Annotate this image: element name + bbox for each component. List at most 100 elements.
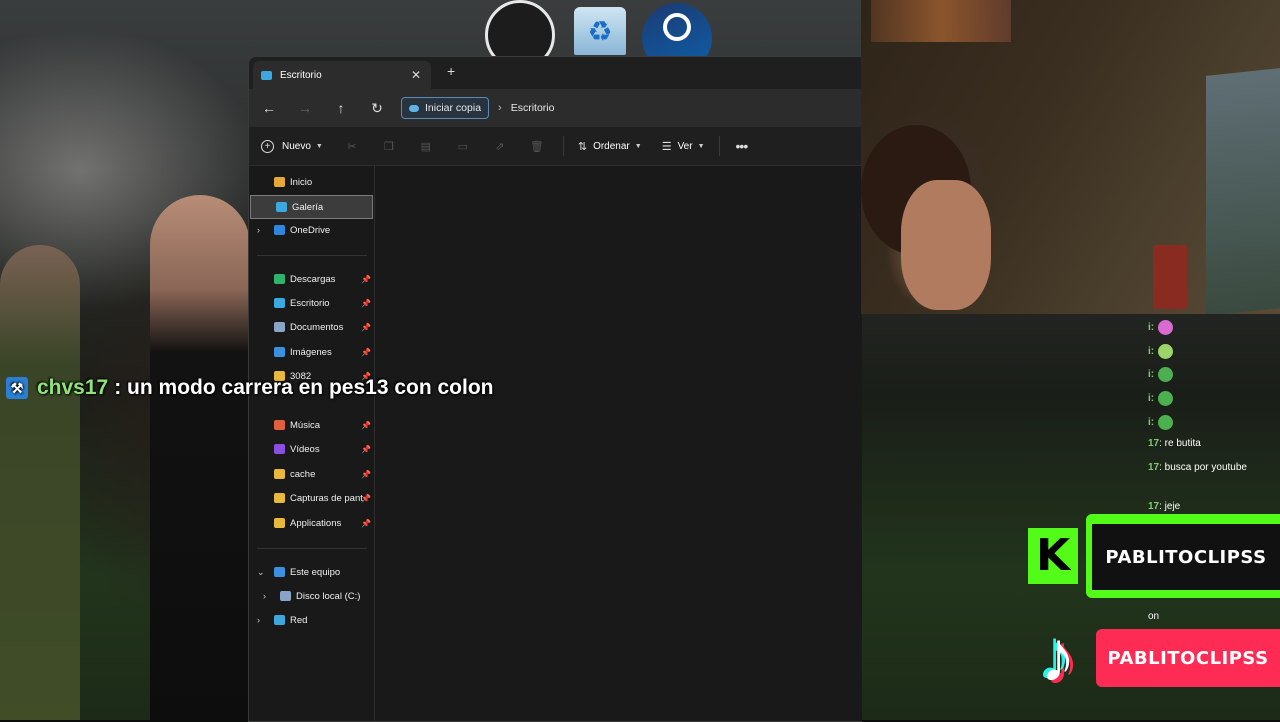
player-image: [150, 195, 250, 720]
backup-chip[interactable]: Iniciar copia: [401, 97, 490, 119]
sidebar-item-label: Escritorio: [290, 297, 330, 309]
close-tab-icon[interactable]: ✕: [411, 68, 421, 82]
share-icon[interactable]: ⇗: [492, 140, 508, 153]
sidebar-item-label: Documentos: [290, 321, 344, 333]
sort-icon: ⇅: [577, 140, 588, 153]
breadcrumb-chevron-icon[interactable]: ›: [498, 102, 502, 114]
sidebar-item-label: Disco local (C:): [296, 590, 361, 602]
chat-line: i:: [1148, 344, 1174, 359]
sidebar-item-icon: [280, 591, 291, 601]
new-button[interactable]: + Nuevo ▼: [261, 139, 323, 153]
webcam-feed: [861, 0, 1280, 314]
sidebar-item[interactable]: › Disco local (C:): [249, 585, 374, 607]
sidebar-item[interactable]: › OneDrive: [249, 219, 374, 241]
recycle-bin-icon: ♻: [574, 7, 626, 55]
breadcrumb-current[interactable]: Escritorio: [511, 102, 555, 114]
sidebar-item-icon: [274, 444, 285, 454]
chat-line: i:: [1148, 415, 1174, 430]
cloud-icon: [409, 104, 419, 112]
sidebar-item-icon: [274, 518, 285, 528]
chat-line: 17: busca por youtube: [1148, 462, 1247, 473]
sidebar-item[interactable]: Capturas de pant... 📌: [249, 487, 374, 509]
address-bar[interactable]: Iniciar copia › Escritorio: [401, 97, 554, 119]
view-button[interactable]: ☰ Ver ▼: [662, 140, 705, 153]
rename-icon[interactable]: ▭: [455, 140, 471, 153]
sidebar-divider: [257, 255, 367, 256]
new-tab-button[interactable]: +: [447, 63, 455, 79]
chevron-down-icon: ▼: [634, 142, 642, 150]
delete-icon[interactable]: 🗑: [529, 140, 545, 153]
chat-emote-icon: [1158, 391, 1174, 406]
sidebar-item[interactable]: Documentos 📌: [249, 316, 374, 338]
sidebar-item[interactable]: cache 📌: [249, 463, 374, 485]
more-options-icon[interactable]: •••: [736, 138, 749, 154]
pin-icon: 📌: [361, 493, 371, 503]
sidebar-item[interactable]: Escritorio 📌: [249, 292, 374, 314]
navigation-bar: ← → ↑ ↻ Iniciar copia › Escritorio: [249, 89, 862, 127]
expand-chevron-icon[interactable]: ⌄: [257, 567, 265, 578]
pin-icon: 📌: [361, 322, 371, 332]
recycle-bin-desktop-icon[interactable]: ♻: [565, 6, 635, 56]
forward-arrow-icon[interactable]: →: [287, 100, 323, 116]
navigation-pane: Inicio Galería › OneDrive Descargas 📌 Escritor…: [249, 165, 375, 721]
sidebar-item[interactable]: Imágenes 📌: [249, 341, 374, 363]
sidebar-item-icon: [274, 493, 285, 503]
overlay-chat-message: ⚒ chvs17 : un modo carrera en pes13 con …: [6, 376, 494, 400]
new-button-label: Nuevo: [282, 140, 311, 152]
tab-escritorio[interactable]: Escritorio ✕: [253, 61, 431, 89]
expand-chevron-icon[interactable]: ›: [257, 615, 260, 625]
paste-icon[interactable]: ▤: [418, 140, 434, 153]
sidebar-item-icon: [274, 298, 285, 308]
refresh-icon[interactable]: ↻: [359, 100, 395, 117]
kick-logo-icon: K: [1028, 528, 1078, 584]
up-arrow-icon[interactable]: ↑: [323, 100, 359, 116]
sidebar-item-icon: [274, 274, 285, 284]
tiktok-logo-icon: ♪: [1040, 617, 1076, 697]
sidebar-item[interactable]: › Red: [249, 609, 374, 631]
back-arrow-icon[interactable]: ←: [251, 100, 287, 116]
cut-icon[interactable]: ✂: [344, 140, 360, 153]
hammer-badge-icon: ⚒: [6, 377, 28, 399]
sidebar-item-label: OneDrive: [290, 224, 331, 236]
copy-icon[interactable]: ❐: [381, 140, 397, 153]
chat-emote-icon: [1158, 320, 1174, 335]
pin-icon: 📌: [361, 347, 371, 357]
command-bar: + Nuevo ▼ ✂ ❐ ▤ ▭ ⇗ 🗑 ⇅ Ordenar ▼ ☰ Ver …: [249, 127, 862, 166]
sidebar-item[interactable]: Música 📌: [249, 414, 374, 436]
sidebar-item-label: Applications: [290, 517, 342, 529]
sidebar-item[interactable]: Descargas 📌: [249, 268, 374, 290]
sidebar-item-icon: [274, 615, 285, 625]
sort-button[interactable]: ⇅ Ordenar ▼: [578, 140, 642, 153]
chat-username: 17: [1148, 462, 1160, 473]
chat-emote-icon: [1158, 415, 1174, 430]
sidebar-item[interactable]: ⌄ Este equipo: [249, 561, 374, 583]
sidebar-item-icon: [274, 347, 285, 357]
expand-chevron-icon[interactable]: ›: [263, 591, 266, 601]
view-label: Ver: [677, 140, 693, 152]
pin-icon: 📌: [361, 444, 371, 454]
chevron-down-icon: ▼: [697, 142, 705, 150]
sidebar-item[interactable]: Applications 📌: [249, 512, 374, 534]
sidebar-item-label: Galería: [292, 201, 324, 213]
sidebar-item[interactable]: Galería: [250, 195, 373, 219]
tab-title: Escritorio: [280, 69, 322, 81]
chat-username: i:: [1148, 346, 1155, 358]
obs-desktop-icon[interactable]: [485, 0, 555, 70]
sidebar-item-label: Red: [290, 614, 308, 626]
sidebar-item-icon: [274, 225, 285, 235]
chevron-down-icon: ▼: [315, 142, 323, 150]
sidebar-item-label: Descargas: [290, 273, 336, 285]
sidebar-item-label: Vídeos: [290, 443, 320, 455]
backup-chip-label: Iniciar copia: [425, 102, 482, 114]
chat-line: on: [1148, 611, 1159, 622]
sidebar-item[interactable]: Vídeos 📌: [249, 438, 374, 460]
steam-desktop-icon[interactable]: [642, 3, 712, 73]
tiktok-handle: PABLITOCLIPSS: [1107, 647, 1269, 669]
expand-chevron-icon[interactable]: ›: [257, 225, 260, 235]
kick-handle: PABLITOCLIPSS: [1105, 546, 1267, 568]
sidebar-item-icon: [274, 177, 285, 187]
kick-banner: PABLITOCLIPSS: [1086, 514, 1280, 598]
chat-line: 17: jeje: [1148, 501, 1180, 512]
sidebar-item[interactable]: Inicio: [249, 171, 374, 193]
folder-tab-icon: [261, 70, 272, 80]
